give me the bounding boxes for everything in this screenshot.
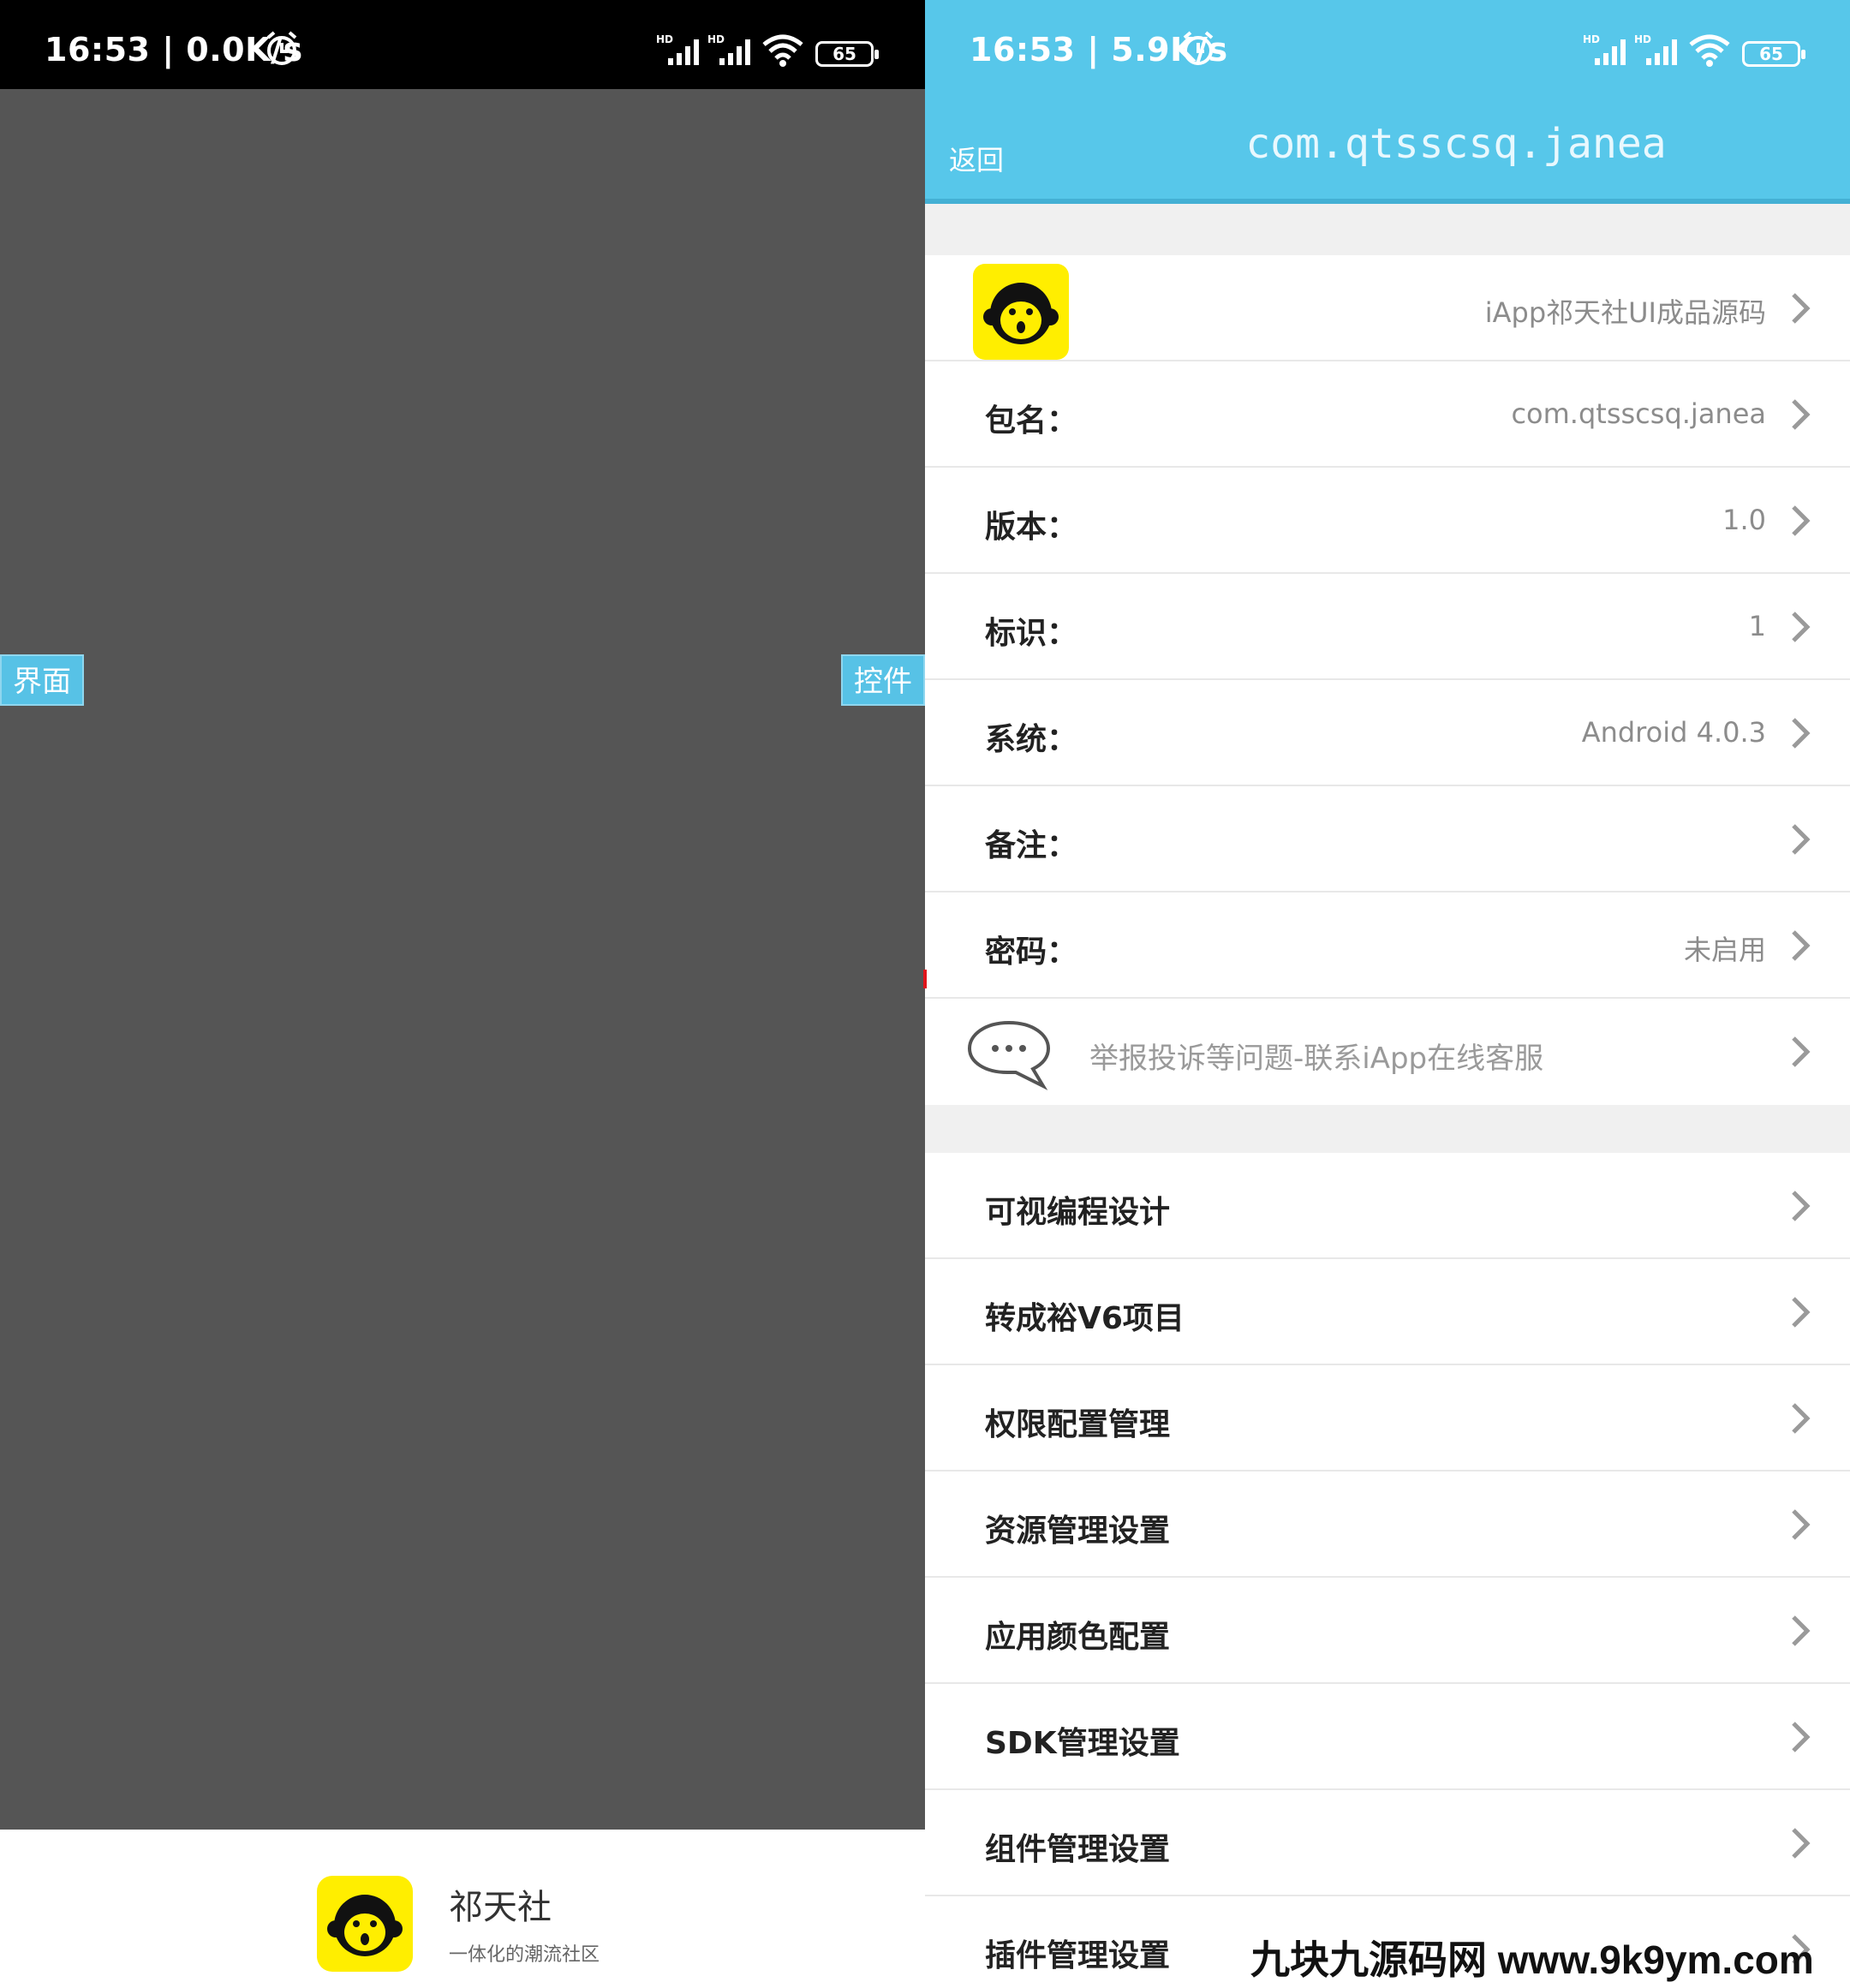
signal-icon: HD <box>1634 33 1677 65</box>
password-label: 密码： <box>985 934 1078 970</box>
chevron-right-icon <box>1792 1722 1811 1752</box>
chevron-right-icon <box>1792 1191 1811 1221</box>
right-screen: 16:53 | 5.9K/s HD HD 65 返回 com.qtsscsq.j… <box>925 0 1850 1988</box>
svg-text:HD: HD <box>1634 33 1651 45</box>
chevron-right-icon <box>1792 824 1811 855</box>
wifi-icon <box>762 34 803 67</box>
chevron-right-icon <box>1792 1615 1811 1646</box>
row-version[interactable]: 版本： 1.0 <box>925 468 1850 574</box>
app-info-list: iApp祁天社UI成品源码 包名： com.qtsscsq.janea 版本： … <box>925 255 1850 1105</box>
left-screen: 16:53 | 0.0K/s HD HD 65 界面 控件 祁天社 一体化的潮流… <box>0 0 925 1988</box>
note-label: 备注： <box>985 828 1078 863</box>
app-header: 返回 com.qtsscsq.janea <box>925 89 1850 204</box>
menu-visual-programming[interactable]: 可视编程设计 <box>925 1153 1850 1259</box>
svg-text:HD: HD <box>656 33 673 45</box>
menu-item-label: 应用颜色配置 <box>985 1620 1171 1655</box>
chevron-right-icon <box>1792 1403 1811 1434</box>
menu-item-label: SDK管理设置 <box>985 1726 1180 1761</box>
alarm-icon <box>266 31 297 65</box>
svg-text:HD: HD <box>707 33 725 45</box>
signal-icon: HD <box>656 33 699 65</box>
row-system[interactable]: 系统： Android 4.0.3 <box>925 680 1850 786</box>
tab-interface[interactable]: 界面 <box>0 654 84 706</box>
menu-sdk[interactable]: SDK管理设置 <box>925 1684 1850 1790</box>
menu-convert-v6[interactable]: 转成裕V6项目 <box>925 1259 1850 1365</box>
chevron-right-icon <box>1792 1509 1811 1540</box>
red-marker <box>923 970 927 988</box>
chevron-right-icon <box>1792 1828 1811 1859</box>
battery-icon: 65 <box>1742 41 1805 67</box>
monkey-logo-icon <box>973 264 1069 360</box>
menu-item-label: 权限配置管理 <box>985 1407 1171 1442</box>
app-slogan: 一体化的潮流社区 <box>449 1944 600 1966</box>
menu-app-colors[interactable]: 应用颜色配置 <box>925 1578 1850 1684</box>
menu-item-label: 插件管理设置 <box>985 1938 1171 1973</box>
version-value: 1.0 <box>1722 504 1766 536</box>
status-bar-left: 16:53 | 0.0K/s HD HD 65 <box>0 0 925 89</box>
signal-icon: HD <box>707 33 750 65</box>
chevron-right-icon <box>1792 293 1811 324</box>
settings-menu-list: 可视编程设计 转成裕V6项目 权限配置管理 资源管理设置 应用颜色配置 SDK管… <box>925 1153 1850 1988</box>
chevron-right-icon <box>1792 505 1811 536</box>
signal-icon: HD <box>1583 33 1626 65</box>
alarm-icon <box>1183 31 1214 65</box>
row-package[interactable]: 包名： com.qtsscsq.janea <box>925 361 1850 468</box>
chevron-right-icon <box>1792 399 1811 430</box>
battery-icon: 65 <box>815 41 879 67</box>
app-name: 祁天社 <box>449 1888 552 1927</box>
row-note[interactable]: 备注： <box>925 786 1850 893</box>
menu-item-label: 组件管理设置 <box>985 1832 1171 1867</box>
page-title: com.qtsscsq.janea <box>1245 120 1667 168</box>
system-label: 系统： <box>985 722 1078 757</box>
menu-resources[interactable]: 资源管理设置 <box>925 1472 1850 1578</box>
menu-item-label: 可视编程设计 <box>985 1195 1171 1230</box>
monkey-logo-icon <box>317 1876 413 1972</box>
chevron-right-icon <box>1792 1297 1811 1328</box>
menu-permissions[interactable]: 权限配置管理 <box>925 1365 1850 1472</box>
menu-components[interactable]: 组件管理设置 <box>925 1790 1850 1896</box>
splash-footer: 祁天社 一体化的潮流社区 <box>0 1830 925 1988</box>
identifier-label: 标识： <box>985 616 1078 651</box>
chevron-right-icon <box>1792 930 1811 961</box>
status-bar-right: 16:53 | 5.9K/s HD HD 65 <box>925 0 1850 89</box>
chevron-right-icon <box>1792 1036 1811 1067</box>
design-canvas[interactable] <box>0 89 925 1830</box>
app-name-value: iApp祁天社UI成品源码 <box>1484 296 1766 329</box>
row-app-name[interactable]: iApp祁天社UI成品源码 <box>925 255 1850 361</box>
report-text: 举报投诉等问题-联系iApp在线客服 <box>1089 1042 1544 1076</box>
chat-bubble-icon <box>967 1020 1051 1090</box>
chevron-right-icon <box>1792 612 1811 642</box>
menu-item-label: 转成裕V6项目 <box>985 1301 1185 1336</box>
row-password[interactable]: 密码： 未启用 <box>925 893 1850 999</box>
row-report[interactable]: 举报投诉等问题-联系iApp在线客服 <box>925 999 1850 1105</box>
password-value: 未启用 <box>1683 934 1766 966</box>
tab-controls[interactable]: 控件 <box>841 654 925 706</box>
chevron-right-icon <box>1792 718 1811 749</box>
menu-item-label: 资源管理设置 <box>985 1513 1171 1549</box>
package-value: com.qtsscsq.janea <box>1511 397 1766 430</box>
identifier-value: 1 <box>1748 610 1766 642</box>
wifi-icon <box>1689 34 1730 67</box>
svg-text:HD: HD <box>1583 33 1600 45</box>
watermark-text: 九块九源码网 www.9k9ym.com <box>1250 1937 1814 1982</box>
row-identifier[interactable]: 标识： 1 <box>925 574 1850 680</box>
system-value: Android 4.0.3 <box>1581 716 1766 749</box>
package-label: 包名： <box>985 403 1078 439</box>
version-label: 版本： <box>985 510 1078 545</box>
